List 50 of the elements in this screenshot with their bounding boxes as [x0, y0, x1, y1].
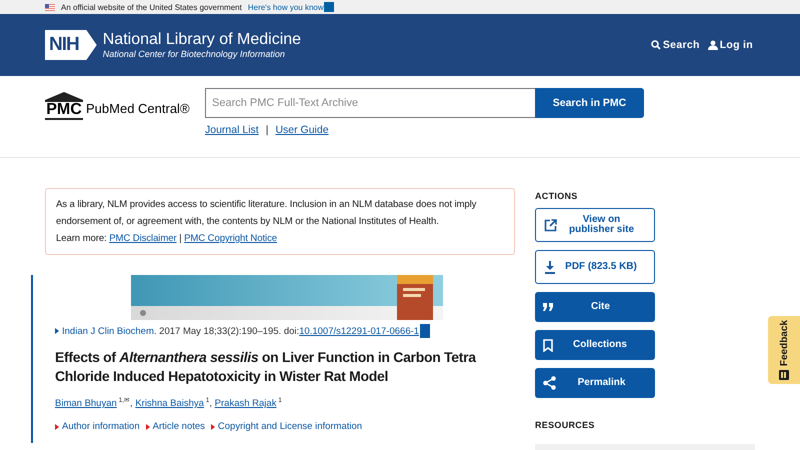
author-link[interactable]: Prakash Rajak [214, 398, 276, 410]
info-toggle-link[interactable]: Article notes [146, 421, 205, 432]
collections-button[interactable]: Collections [535, 330, 655, 360]
search-button[interactable]: Search in PMC [535, 88, 644, 118]
feedback-icon [779, 370, 789, 380]
author-link[interactable]: Krishna Baishya [135, 398, 204, 410]
doi-link[interactable]: 10.1007/s12291-017-0666-1 [299, 326, 420, 336]
site-subtitle: National Center for Biotechnology Information [102, 49, 286, 59]
expand-triangle-icon [55, 328, 59, 334]
learn-more-label: Learn more: [56, 233, 108, 244]
actions-heading: ACTIONS [535, 191, 579, 201]
download-icon [544, 260, 556, 274]
cite-button[interactable]: Cite [535, 292, 655, 322]
permalink-button[interactable]: Permalink [535, 368, 655, 398]
info-toggle-link[interactable]: Copyright and License information [210, 421, 362, 432]
journal-link[interactable]: Indian J Clin Biochem [62, 326, 154, 336]
user-icon [708, 40, 718, 50]
search-field[interactable]: Search PMC Full-Text Archive [205, 88, 535, 118]
official-text: An official website of the United States government [61, 2, 242, 12]
separator: | [266, 124, 268, 136]
journal-list-link[interactable]: Journal List [205, 124, 259, 136]
share-icon [543, 376, 556, 390]
resources-heading: RESOURCES [535, 420, 596, 430]
site-title: National Library of Medicine [102, 31, 302, 49]
affiliation-mark: 1 [204, 397, 210, 404]
article-title: Effects of Alternanthera sessilis on Liver Function in Carbon Tetra Chloride Induced Hepatotoxicity in Wister Rat Model [55, 348, 478, 386]
copyright-link[interactable]: PMC Copyright Notice [184, 233, 277, 244]
disclaimer-text: As a library, NLM provides access to scientific literature. Inclusion in an NLM database does not imply endorsement of, or agreement with, the contents by NLM or the National Institutes of Health. [56, 198, 478, 229]
flag-icon [45, 4, 55, 10]
publisher-site-button[interactable]: View on publisher site [535, 208, 655, 242]
quote-icon [543, 303, 554, 311]
bookmark-icon [543, 338, 553, 352]
separator: | [178, 233, 183, 244]
user-guide-link[interactable]: User Guide [275, 124, 329, 136]
pdf-button[interactable]: PDF (823.5 KB) [535, 250, 655, 284]
search-link[interactable]: Search [650, 39, 700, 51]
affiliation-mark: 1,✉ [118, 397, 130, 404]
nih-logo[interactable]: NIH [45, 30, 97, 60]
search-icon [650, 40, 661, 50]
comma: , [209, 398, 214, 410]
login-link[interactable]: Log in [708, 39, 753, 51]
affiliation-mark: 1 [277, 397, 282, 404]
citation-text: . 2017 May 18;33(2):190–195. doi: [154, 326, 300, 336]
disclaimer-link[interactable]: PMC Disclaimer [109, 233, 177, 244]
pmc-logo[interactable]: PMC [45, 92, 83, 120]
author-link[interactable]: Biman Bhuyan [55, 398, 117, 410]
pubmed-central-title: PubMed Central® [86, 101, 190, 116]
comma: , [130, 398, 134, 410]
info-toggle-link[interactable]: Author information [55, 421, 140, 432]
how-you-know-link[interactable]: Here's how you know [248, 2, 324, 12]
